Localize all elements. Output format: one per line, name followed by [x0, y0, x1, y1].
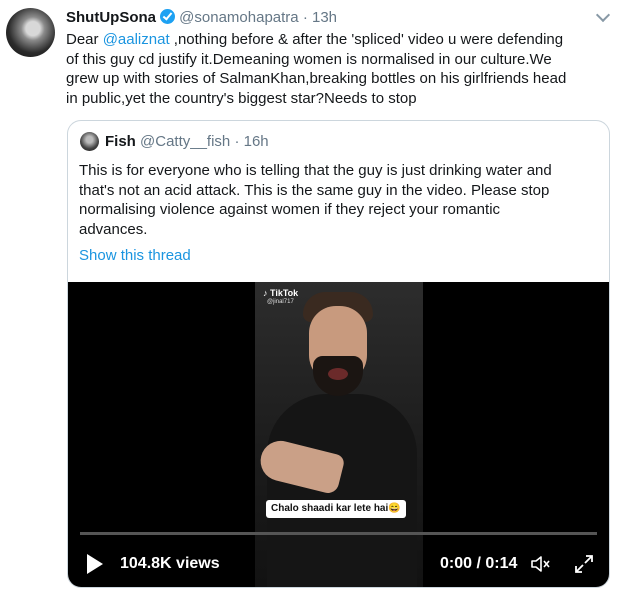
chevron-down-icon[interactable] — [595, 7, 611, 23]
quoted-avatar[interactable] — [80, 132, 99, 151]
quoted-timestamp[interactable]: · 16h — [234, 133, 268, 150]
volume-muted-icon[interactable] — [529, 553, 551, 575]
display-name[interactable]: ShutUpSona — [66, 9, 156, 26]
video-progress-bar[interactable] — [80, 532, 597, 535]
show-thread-link[interactable]: Show this thread — [79, 247, 191, 264]
mention-link[interactable]: @aaliznat — [103, 31, 170, 48]
avatar[interactable] — [6, 8, 55, 57]
play-icon[interactable] — [87, 554, 103, 574]
person-mouth — [328, 368, 348, 380]
video-time: 0:00 / 0:14 — [440, 555, 518, 572]
verified-badge-icon — [160, 9, 175, 24]
quoted-tweet[interactable]: Fish @Catty__fish · 16h This is for ever… — [67, 120, 610, 588]
tiktok-user: @jinal717 — [267, 299, 294, 305]
tweet-text: Dear @aaliznat ,nothing before & after t… — [66, 30, 626, 108]
tweet-text-prefix: Dear — [66, 31, 103, 48]
video-player[interactable]: ♪ TikTok @jinal717 Chalo shaadi kar lete… — [68, 282, 609, 587]
fullscreen-icon[interactable] — [573, 553, 595, 575]
quoted-handle[interactable]: @Catty__fish — [140, 133, 230, 150]
tweet-header: ShutUpSona @sonamohapatra · 13h — [66, 9, 337, 26]
tiktok-watermark-text: TikTok — [270, 288, 299, 298]
video-frame: ♪ TikTok @jinal717 — [255, 282, 423, 587]
quoted-display-name[interactable]: Fish — [105, 133, 136, 150]
view-count: 104.8K views — [120, 555, 220, 572]
quoted-text: This is for everyone who is telling that… — [79, 162, 552, 238]
person-body — [267, 394, 417, 587]
tiktok-watermark: ♪ TikTok — [263, 288, 299, 298]
quoted-header: Fish @Catty__fish · 16h — [105, 133, 269, 150]
tweet[interactable]: ShutUpSona @sonamohapatra · 13h Dear @aa… — [0, 0, 640, 594]
video-caption: Chalo shaadi kar lete hai😄 — [266, 500, 406, 518]
tweet-timestamp[interactable]: · 13h — [303, 9, 337, 26]
user-handle[interactable]: @sonamohapatra — [179, 9, 298, 26]
